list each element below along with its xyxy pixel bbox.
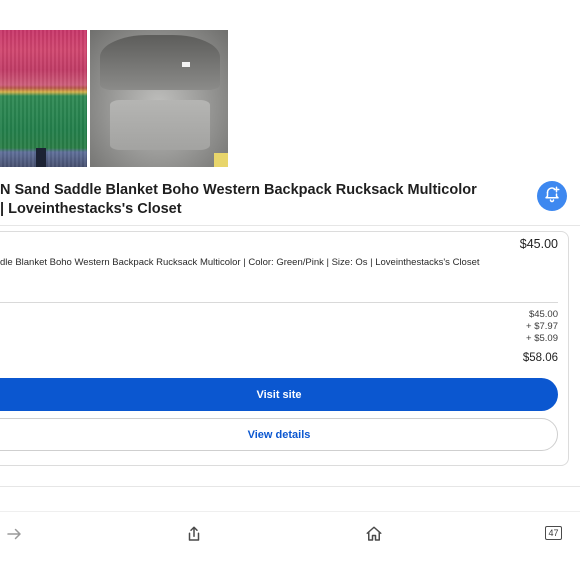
product-title-line2: | Loveinthestacks's Closet — [0, 201, 182, 217]
price-base: $45.00 — [528, 309, 558, 320]
add-alert-icon — [543, 185, 561, 208]
share-icon[interactable] — [183, 523, 205, 545]
price-tax: + $5.09 — [526, 333, 558, 344]
view-details-button[interactable]: View details — [0, 418, 558, 451]
price-alert-button[interactable] — [537, 181, 567, 211]
divider — [0, 225, 580, 226]
divider — [0, 486, 580, 487]
offer-price: $45.00 — [519, 237, 558, 251]
offer-description: dle Blanket Boho Western Backpack Rucksa… — [0, 257, 480, 268]
home-icon[interactable] — [363, 523, 385, 545]
price-total: $58.06 — [522, 352, 558, 364]
product-image-interior[interactable] — [90, 30, 228, 167]
tabs-icon[interactable]: 47 — [545, 526, 562, 540]
price-shipping: + $7.97 — [526, 321, 558, 332]
divider — [0, 511, 580, 512]
divider — [0, 302, 558, 303]
forward-arrow-icon[interactable] — [3, 523, 25, 545]
product-title: N Sand Saddle Blanket Boho Western Backp… — [0, 181, 500, 219]
product-image-fabric[interactable] — [0, 30, 87, 167]
visit-site-button[interactable]: Visit site — [0, 378, 558, 411]
product-title-line1: N Sand Saddle Blanket Boho Western Backp… — [0, 182, 477, 198]
